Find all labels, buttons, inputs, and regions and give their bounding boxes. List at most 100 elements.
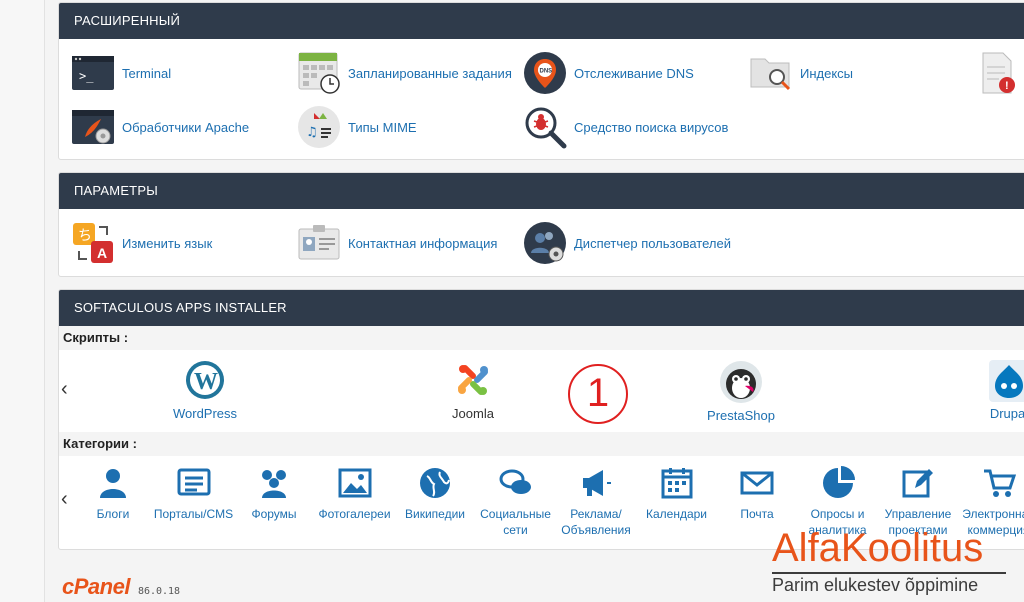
- category-label-line: Порталы/CMS: [153, 507, 234, 521]
- change-language-link[interactable]: ちA Изменить язык: [71, 221, 212, 265]
- watermark-subtitle: Parim elukestev õppimine: [772, 572, 1006, 596]
- category-wikis[interactable]: Википедии: [395, 466, 475, 522]
- apache-handler-icon: [71, 105, 115, 149]
- scripts-heading: Скрипты :: [59, 326, 1024, 350]
- category-project-management-icon: [902, 469, 933, 498]
- category-label-line: Форумы: [251, 507, 297, 521]
- category-label-line: Календари: [645, 507, 708, 521]
- svg-text:DNS: DNS: [540, 69, 553, 75]
- category-social-networking[interactable]: Социальные сети: [476, 466, 556, 538]
- category-ad-management-icon: [583, 470, 611, 496]
- apache-handlers-label: Обработчики Apache: [122, 119, 250, 135]
- mime-icon: ♫: [297, 105, 341, 149]
- alfakoolitus-watermark: AlfaKoolitus Parim elukestev õppimine: [772, 526, 1006, 596]
- category-label-line: Социальные: [480, 507, 551, 521]
- category-wikis-icon: [420, 468, 450, 498]
- prestashop-logo-icon: [720, 361, 762, 403]
- language-icon: ちA: [71, 221, 115, 265]
- category-mail-icon: [740, 471, 774, 495]
- category-portals-cms[interactable]: Порталы/CMS: [154, 466, 234, 522]
- advanced-panel-header: РАСШИРЕННЫЙ: [59, 3, 1024, 39]
- drupal-logo-icon: [989, 360, 1024, 402]
- footer: cPanel 86.0.18: [62, 574, 180, 600]
- indexes-label: Индексы: [800, 65, 854, 81]
- categories-prev-arrow[interactable]: ‹: [61, 488, 68, 511]
- category-label-line: Блоги: [96, 507, 130, 521]
- preferences-panel: ПАРАМЕТРЫ ちA Изменить язык Контактная ин…: [58, 172, 1024, 277]
- mime-types-label: Типы MIME: [348, 119, 417, 135]
- annotation-marker: 1: [568, 364, 628, 424]
- category-forums[interactable]: Форумы: [234, 466, 314, 522]
- scripts-prev-arrow[interactable]: ‹: [61, 378, 68, 401]
- script-wordpress-label: WordPress: [172, 406, 238, 421]
- category-label-line: Википедии: [405, 507, 465, 521]
- category-label-line: Реклама/: [570, 507, 622, 521]
- user-manager-icon: [523, 221, 567, 265]
- dns-tracking-link[interactable]: DNS Отслеживание DNS: [523, 51, 694, 95]
- category-blogs-icon: [100, 469, 126, 498]
- category-label-line: Электронная: [962, 507, 1024, 521]
- cron-jobs-link[interactable]: Запланированные задания: [297, 51, 512, 95]
- contact-info-link[interactable]: Контактная информация: [297, 221, 497, 265]
- cron-jobs-label: Запланированные задания: [348, 65, 512, 81]
- dns-tracking-label: Отслеживание DNS: [574, 65, 694, 81]
- cpanel-logo: cPanel: [62, 574, 130, 599]
- document-error-icon: !: [975, 51, 1019, 95]
- virus-scanner-link[interactable]: Средство поиска вирусов: [523, 105, 728, 149]
- script-wordpress[interactable]: W WordPress: [165, 360, 245, 421]
- left-sidebar: [0, 0, 45, 602]
- apache-handlers-link[interactable]: Обработчики Apache: [71, 105, 249, 149]
- calendar-clock-icon: [297, 51, 341, 95]
- svg-text:W: W: [194, 369, 218, 395]
- category-social-networking-icon: [499, 469, 531, 494]
- categories-heading: Категории :: [59, 432, 1024, 456]
- script-joomla[interactable]: Joomla: [433, 360, 513, 421]
- category-label-line: Фотогалереи: [318, 507, 391, 521]
- category-label-line: Объявления: [561, 523, 631, 537]
- watermark-title: AlfaKoolitus: [772, 526, 984, 570]
- indexes-link[interactable]: Индексы: [749, 51, 853, 95]
- script-prestashop-label: PrestaShop: [707, 408, 775, 423]
- svg-text:♫: ♫: [306, 125, 318, 140]
- svg-text:ち: ち: [78, 228, 92, 244]
- user-manager-link[interactable]: Диспетчер пользователей: [523, 221, 731, 265]
- category-calendars-icon: [661, 468, 692, 499]
- svg-text:>_: >_: [79, 69, 94, 83]
- softaculous-panel: SOFTACULOUS APPS INSTALLER Скрипты : ‹ W…: [58, 289, 1024, 550]
- category-calendars[interactable]: Календари: [637, 466, 717, 522]
- mime-types-link[interactable]: ♫ Типы MIME: [297, 105, 417, 149]
- contact-info-label: Контактная информация: [348, 235, 498, 251]
- category-photo-galleries-icon: [338, 468, 371, 498]
- category-label-line: сети: [503, 523, 528, 537]
- terminal-label: Terminal: [122, 65, 172, 81]
- folder-search-icon: [749, 51, 793, 95]
- category-label-line: Опросы и: [810, 507, 865, 521]
- script-drupal[interactable]: Drupal: [969, 360, 1024, 421]
- category-forums-icon: [262, 470, 286, 498]
- category-portals-cms-icon: [177, 468, 210, 496]
- virus-scanner-label: Средство поиска вирусов: [574, 119, 729, 135]
- script-prestashop[interactable]: PrestaShop: [701, 360, 781, 423]
- terminal-icon: >_: [71, 51, 115, 95]
- category-ad-management[interactable]: Реклама/Объявления: [556, 466, 636, 538]
- user-manager-label: Диспетчер пользователей: [574, 235, 731, 251]
- category-label-line: Управление: [884, 507, 952, 521]
- contact-card-icon: [297, 221, 341, 265]
- advanced-panel: РАСШИРЕННЫЙ >_ Terminal Запланированные …: [58, 2, 1024, 160]
- change-language-label: Изменить язык: [122, 235, 213, 251]
- dns-pin-icon: DNS: [523, 51, 567, 95]
- category-polls-analytics-icon: [822, 466, 855, 498]
- virus-scan-icon: [523, 105, 567, 149]
- category-mail[interactable]: Почта: [717, 466, 797, 522]
- script-joomla-label: Joomla: [452, 406, 494, 421]
- terminal-link[interactable]: >_ Terminal: [71, 51, 171, 95]
- category-e-commerce-icon: [983, 469, 1016, 497]
- script-drupal-label: Drupal: [989, 406, 1024, 421]
- preferences-panel-header: ПАРАМЕТРЫ: [59, 173, 1024, 209]
- category-photo-galleries[interactable]: Фотогалереи: [315, 466, 395, 522]
- cpanel-version: 86.0.18: [137, 586, 181, 597]
- softaculous-panel-header: SOFTACULOUS APPS INSTALLER: [59, 290, 1024, 326]
- svg-text:!: !: [1005, 80, 1009, 92]
- error-log-link[interactable]: !: [975, 51, 1024, 95]
- category-blogs[interactable]: Блоги: [73, 466, 153, 522]
